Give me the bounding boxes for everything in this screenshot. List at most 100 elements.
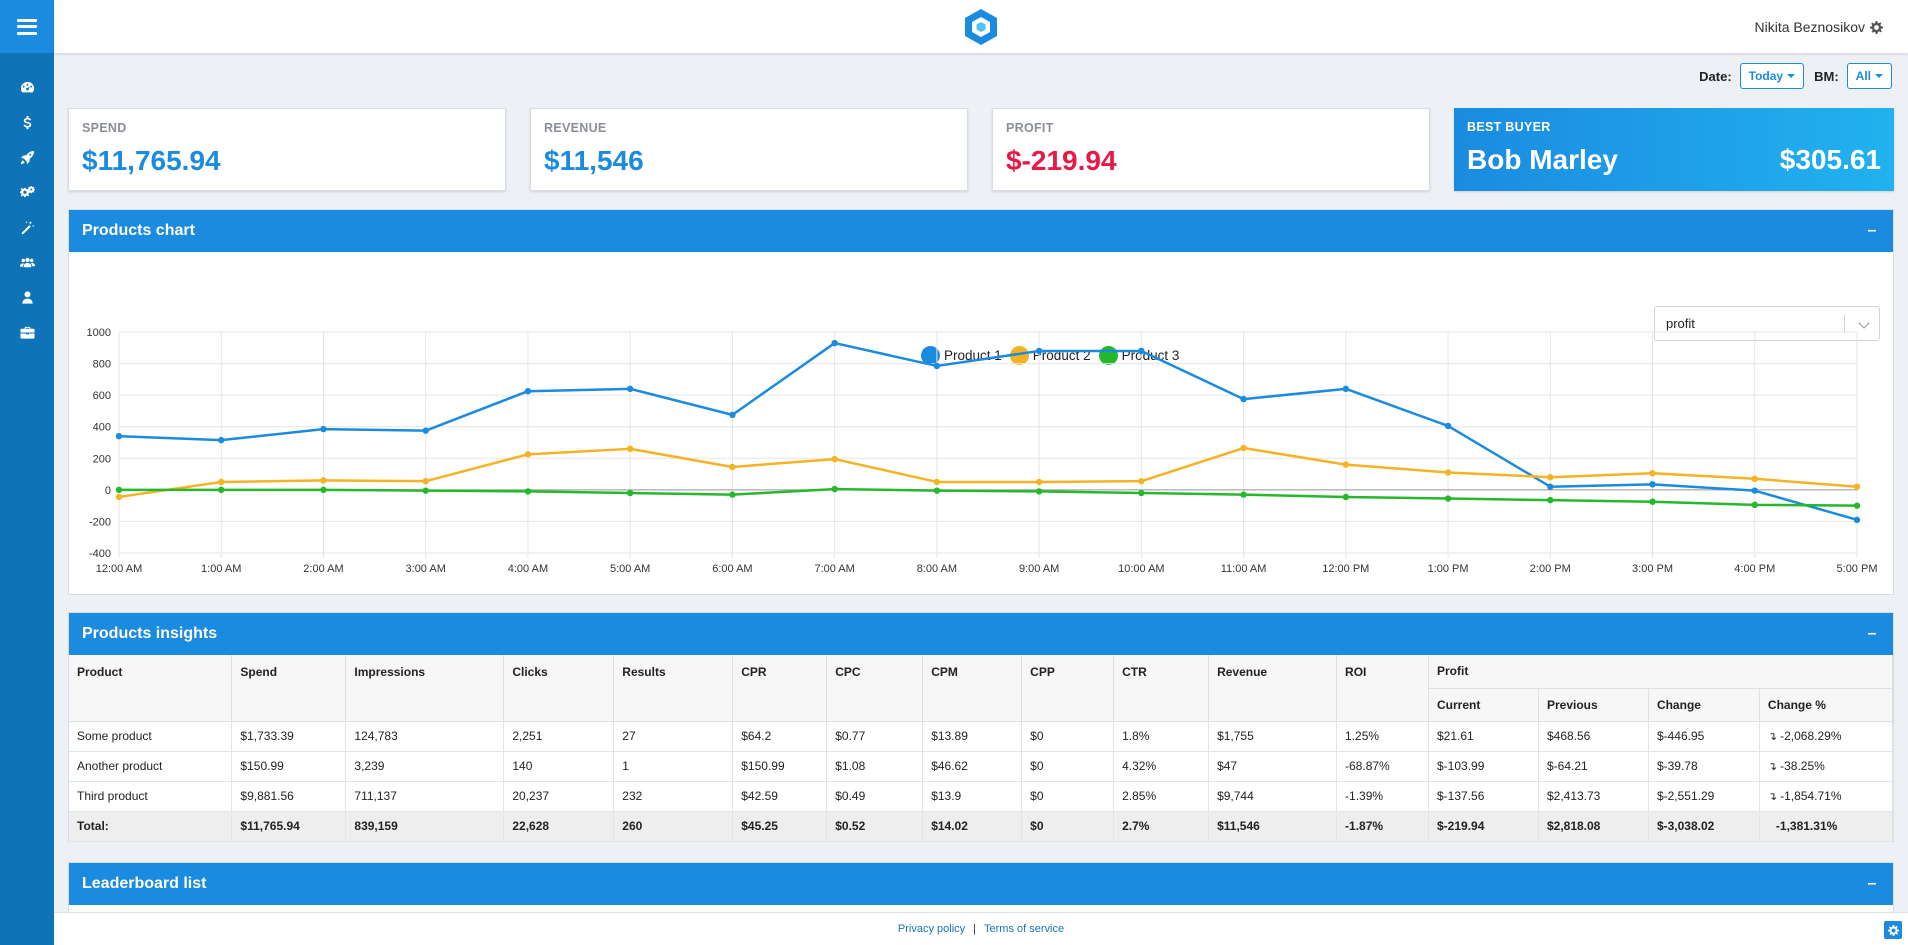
col-header-impressions[interactable]: Impressions <box>345 655 505 722</box>
product-link[interactable]: Third product <box>69 781 233 812</box>
col-header-spend[interactable]: Spend <box>231 655 347 722</box>
data-point <box>729 411 736 419</box>
col-header-cpc[interactable]: CPC <box>826 655 924 722</box>
x-tick-label: 1:00 AM <box>201 563 241 575</box>
hexagon-logo-icon[interactable] <box>961 6 1001 48</box>
sidebar-item-dashboard[interactable] <box>0 70 54 105</box>
sidebar-item-campaigns[interactable] <box>0 140 54 175</box>
cpp-cell: $0 <box>1021 721 1115 752</box>
col-header-cpp[interactable]: CPP <box>1021 655 1115 722</box>
sidebar-item-teams[interactable] <box>0 245 54 280</box>
menu-toggle-button[interactable] <box>0 0 54 53</box>
sidebar-item-business[interactable] <box>0 315 54 350</box>
data-point <box>626 385 634 393</box>
dollar-icon <box>22 115 31 130</box>
best-buyer-name: Bob Marley <box>1467 144 1618 175</box>
data-point <box>1444 495 1452 502</box>
caret-down-icon <box>1787 74 1796 78</box>
collapse-products-chart-button[interactable]: – <box>1864 222 1880 240</box>
sidebar-item-settings[interactable] <box>0 175 54 210</box>
cpc-cell: $0.77 <box>826 721 924 752</box>
users-icon <box>19 257 35 268</box>
x-tick-label: 2:00 AM <box>303 563 343 575</box>
total-profit-current: $-219.94 <box>1428 811 1539 842</box>
profit-value: $-219.94 <box>1006 145 1117 176</box>
footer: Privacy policy | Terms of service <box>54 912 1908 945</box>
user-icon <box>21 291 33 304</box>
total-impressions: 839,159 <box>345 811 505 842</box>
collapse-leaderboard-button[interactable]: – <box>1864 875 1880 893</box>
date-dropdown[interactable]: Today <box>1739 63 1805 89</box>
data-point <box>1853 483 1861 490</box>
spend-cell: $1,733.39 <box>231 721 347 752</box>
data-point <box>626 489 634 497</box>
data-point <box>1751 487 1758 494</box>
impressions-cell: 711,137 <box>345 781 505 812</box>
leaderboard-header: Leaderboard list – <box>69 863 1893 905</box>
data-point <box>115 493 123 501</box>
settings-button[interactable] <box>1884 921 1902 939</box>
cpp-cell: $0 <box>1021 781 1115 812</box>
revenue-value: $11,546 <box>544 145 644 176</box>
terms-of-service-link[interactable]: Terms of service <box>984 923 1064 935</box>
product-link[interactable]: Some product <box>69 721 233 752</box>
data-point <box>1444 469 1452 476</box>
sidebar-item-tools[interactable] <box>0 210 54 245</box>
series-line-1 <box>118 341 1858 522</box>
data-point <box>933 487 941 494</box>
sidebar-item-finance[interactable] <box>0 105 54 140</box>
col-header-ctr[interactable]: CTR <box>1113 655 1210 722</box>
data-point <box>218 478 225 486</box>
profit-change-cell: $-446.95 <box>1648 721 1760 752</box>
data-point <box>1751 501 1758 509</box>
sidebar-item-profile[interactable] <box>0 280 54 315</box>
products-chart-header: Products chart – <box>69 210 1893 252</box>
y-tick-label: 0 <box>105 485 111 497</box>
product-link[interactable]: Another product <box>69 751 233 782</box>
profit-current-cell: $-103.99 <box>1428 751 1539 782</box>
collapse-insights-button[interactable]: – <box>1864 625 1880 643</box>
series-line-3 <box>119 487 1858 507</box>
y-tick-label: -400 <box>89 548 111 560</box>
col-header-results[interactable]: Results <box>613 655 734 722</box>
products-insights-panel: Products insights – Product Spend Impres… <box>68 612 1894 842</box>
revenue-label: REVENUE <box>544 121 607 135</box>
col-header-cpr[interactable]: CPR <box>732 655 828 722</box>
col-header-cpm[interactable]: CPM <box>922 655 1023 722</box>
data-point <box>320 477 327 484</box>
spend-cell: $9,881.56 <box>231 781 347 812</box>
date-filter-label: Date: <box>1699 68 1732 84</box>
col-header-product[interactable]: Product <box>69 655 233 722</box>
products-line-chart: 1000 800 600 400 200 0 -200 -400 12:00 AM 1:00 AM… <box>87 327 1878 575</box>
data-point <box>1853 502 1861 509</box>
trend-down-icon: ↴ <box>1767 731 1778 743</box>
col-header-change[interactable]: Change <box>1648 688 1760 722</box>
x-tick-label: 12:00 AM <box>96 563 142 575</box>
date-dropdown-value: Today <box>1748 69 1784 83</box>
spend-cell: $150.99 <box>231 751 347 782</box>
cpp-cell: $0 <box>1021 751 1115 782</box>
data-point <box>1342 385 1350 393</box>
data-point <box>422 487 429 494</box>
spend-label: SPEND <box>82 121 127 135</box>
cpc-cell: $1.08 <box>826 751 924 782</box>
data-point <box>1138 489 1145 497</box>
col-header-change-pct[interactable]: Change % <box>1759 688 1894 722</box>
data-point <box>115 432 123 440</box>
data-point <box>524 387 532 395</box>
total-cpc: $0.52 <box>826 811 924 842</box>
data-point <box>1649 470 1656 477</box>
privacy-policy-link[interactable]: Privacy policy <box>898 923 965 935</box>
col-header-previous[interactable]: Previous <box>1538 688 1649 722</box>
data-point <box>524 488 532 495</box>
col-header-current[interactable]: Current <box>1428 688 1539 722</box>
clicks-cell: 20,237 <box>503 781 615 812</box>
user-menu[interactable]: Nikita Beznosikov <box>1755 19 1883 35</box>
col-header-clicks[interactable]: Clicks <box>503 655 615 722</box>
bm-dropdown[interactable]: All <box>1846 63 1892 89</box>
col-header-revenue[interactable]: Revenue <box>1208 655 1338 722</box>
profit-label: PROFIT <box>1006 121 1054 135</box>
col-header-roi[interactable]: ROI <box>1336 655 1429 722</box>
data-point <box>422 427 429 434</box>
data-point <box>933 478 941 486</box>
